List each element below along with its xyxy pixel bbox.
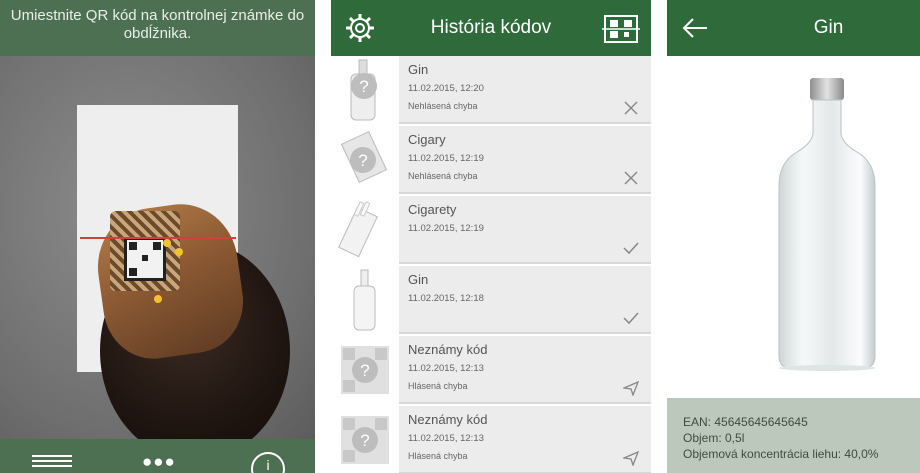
camera-viewfinder	[0, 56, 315, 461]
detection-point	[154, 295, 162, 303]
item-name: Cigarety	[408, 202, 457, 217]
check-icon[interactable]	[623, 310, 639, 326]
close-icon[interactable]	[623, 170, 639, 186]
volume-label: Objem: 0,5l	[683, 431, 745, 445]
item-name: Neznámy kód	[408, 412, 488, 427]
item-date: 11.02.2015, 12:19	[408, 153, 484, 164]
qr-thumbnail: ?	[331, 336, 399, 404]
send-icon[interactable]	[623, 450, 639, 466]
item-name: Neznámy kód	[408, 342, 488, 357]
detection-point	[175, 248, 183, 256]
item-name: Gin	[408, 272, 429, 287]
item-status: Hlásená chyba	[408, 381, 468, 391]
history-header: História kódov	[331, 0, 651, 56]
detail-title: Gin	[813, 17, 844, 38]
history-item[interactable]: Gin 11.02.2015, 12:18	[331, 266, 651, 334]
detection-point	[163, 239, 171, 247]
history-screen: História kódov ? Gin 11.02.2015, 12:20 N…	[331, 0, 651, 473]
item-status: Hlásená chyba	[408, 451, 468, 461]
ean-label: EAN: 45645645645645	[683, 415, 808, 429]
item-date: 11.02.2015, 12:19	[408, 223, 484, 234]
qr-scan-icon[interactable]	[602, 14, 640, 44]
bottle-thumbnail	[331, 266, 399, 334]
scanner-screen: Umiestnite QR kód na kontrolnej známke d…	[0, 0, 315, 473]
scanner-toolbar: ●●● i	[0, 439, 315, 473]
info-icon[interactable]: i	[251, 452, 285, 473]
history-item[interactable]: ? Neznámy kód 11.02.2015, 12:13 Hlásená …	[331, 336, 651, 404]
svg-text:?: ?	[359, 77, 368, 96]
history-item[interactable]: ? Neznámy kód 11.02.2015, 12:13 Hlásená …	[331, 406, 651, 473]
cigars-thumbnail: ?	[331, 126, 399, 194]
cigarettes-thumbnail	[331, 196, 399, 264]
bottle-image	[778, 78, 876, 371]
item-name: Cigary	[408, 132, 446, 147]
product-image	[667, 56, 920, 398]
alcohol-label: Objemová koncentrácia liehu: 40,0%	[683, 447, 879, 461]
close-icon[interactable]	[623, 100, 639, 116]
scan-line	[80, 237, 236, 239]
list-icon[interactable]	[32, 452, 72, 472]
svg-text:?: ?	[360, 361, 369, 380]
bottle-thumbnail: ?	[331, 56, 399, 124]
item-date: 11.02.2015, 12:18	[408, 293, 484, 304]
item-name: Gin	[408, 62, 429, 77]
grid-dots-icon[interactable]: ●●●	[142, 452, 176, 472]
item-status: Nehlásená chyba	[408, 171, 478, 181]
svg-text:?: ?	[358, 151, 367, 170]
qr-thumbnail: ?	[331, 406, 399, 473]
history-list: ? Gin 11.02.2015, 12:20 Nehlásená chyba …	[331, 56, 651, 473]
item-date: 11.02.2015, 12:13	[408, 433, 484, 444]
item-status: Nehlásená chyba	[408, 101, 478, 111]
product-info-panel: EAN: 45645645645645 Objem: 0,5l Objemová…	[667, 398, 920, 473]
svg-text:?: ?	[360, 431, 369, 450]
history-item[interactable]: ? Gin 11.02.2015, 12:20 Nehlásená chyba	[331, 56, 651, 124]
qr-code	[124, 237, 166, 281]
check-icon[interactable]	[623, 240, 639, 256]
detail-header: Gin	[667, 0, 920, 56]
scanner-instruction: Umiestnite QR kód na kontrolnej známke d…	[0, 0, 315, 56]
item-date: 11.02.2015, 12:13	[408, 363, 484, 374]
detail-screen: Gin EAN: 45645645645645 Objem: 0,5l Obje…	[667, 0, 920, 473]
send-icon[interactable]	[623, 380, 639, 396]
history-item[interactable]: ? Cigary 11.02.2015, 12:19 Nehlásená chy…	[331, 126, 651, 194]
history-item[interactable]: Cigarety 11.02.2015, 12:19	[331, 196, 651, 264]
item-date: 11.02.2015, 12:20	[408, 83, 484, 94]
